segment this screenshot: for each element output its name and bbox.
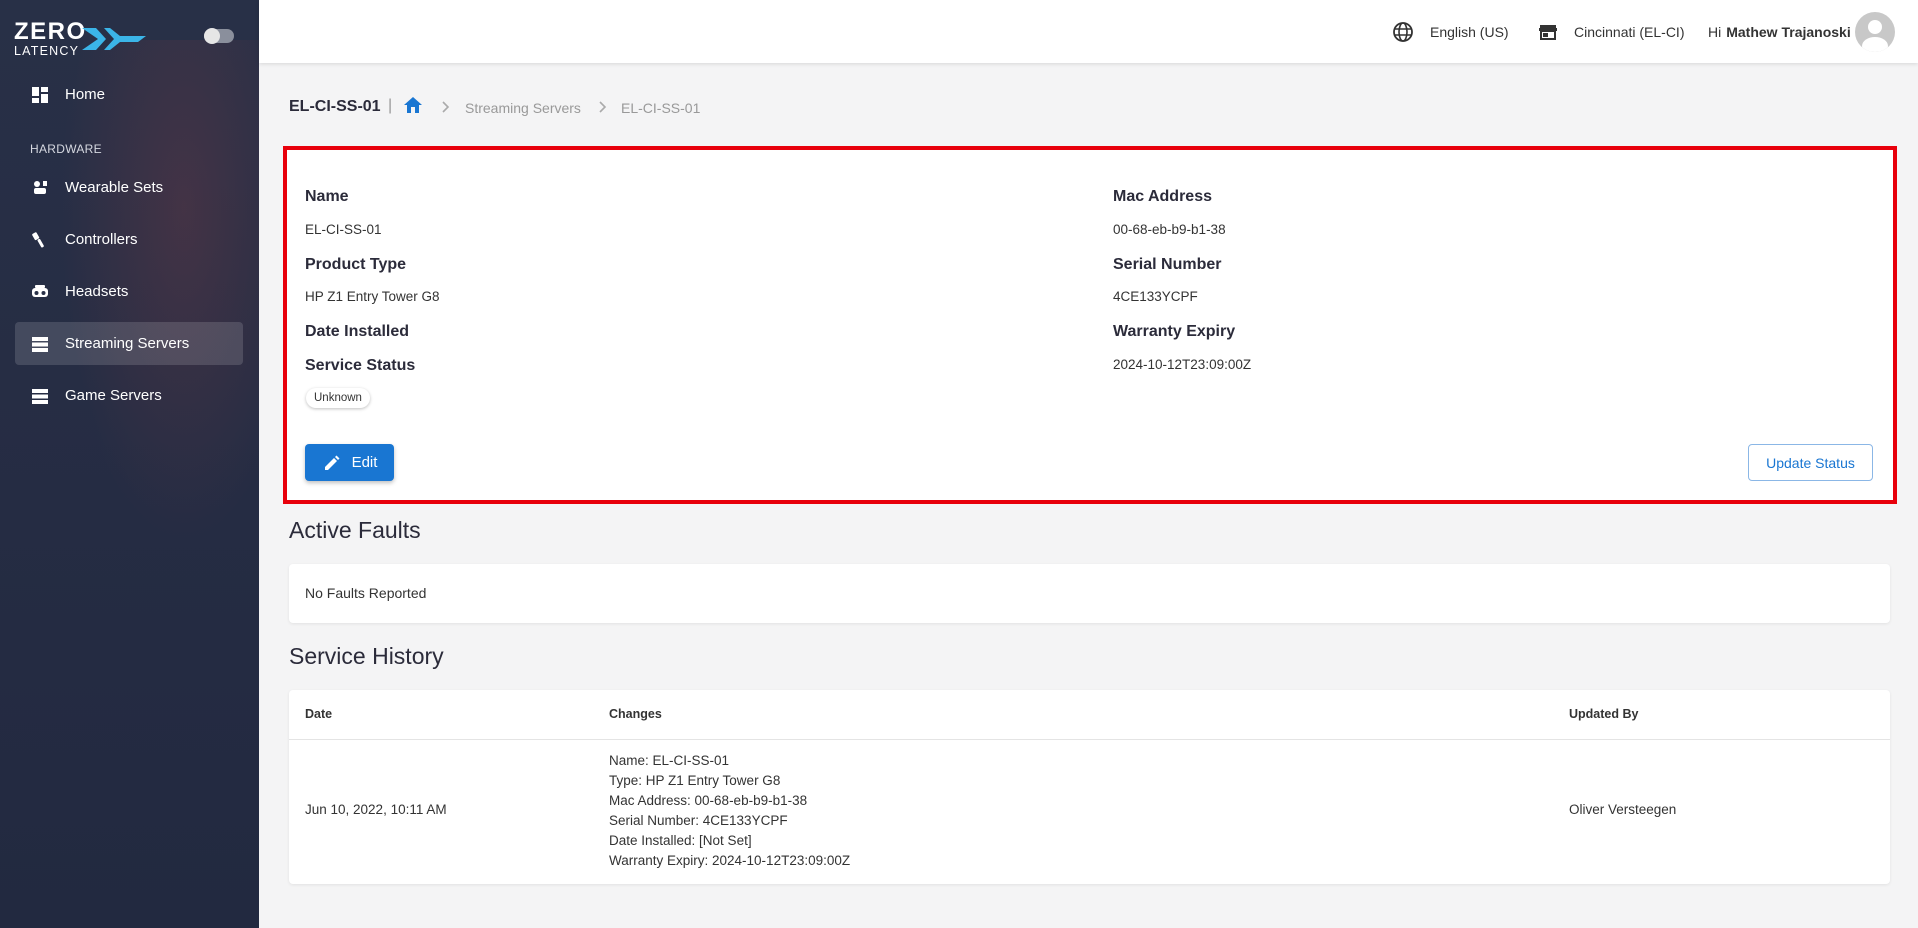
service-status-label: Service Status [305, 357, 416, 374]
pencil-icon [324, 455, 340, 470]
sidebar-item-label: Controllers [65, 231, 138, 248]
change-line: Date Installed: [Not Set] [609, 833, 752, 848]
active-faults-card: No Faults Reported [289, 564, 1890, 623]
change-line: Mac Address: 00-68-eb-b9-b1-38 [609, 793, 808, 808]
change-line: Name: EL-CI-SS-01 [609, 753, 730, 768]
change-line: Type: HP Z1 Entry Tower G8 [609, 773, 781, 788]
active-faults-heading: Active Faults [289, 517, 421, 543]
sidebar-item-home[interactable]: Home [15, 73, 243, 116]
sidebar-item-label: Streaming Servers [65, 335, 190, 352]
date-installed-label: Date Installed [305, 323, 410, 340]
sidebar-item-headsets[interactable]: Headsets [15, 270, 243, 313]
product-type-label: Product Type [305, 256, 407, 273]
name-label: Name [305, 188, 349, 205]
avatar[interactable] [1855, 12, 1895, 52]
sidebar-item-wearable-sets[interactable]: Wearable Sets [15, 166, 243, 209]
column-header-date[interactable]: Date [305, 707, 332, 721]
update-status-button[interactable]: Update Status [1748, 444, 1873, 481]
sidebar-item-label: Home [65, 86, 106, 103]
sidebar-item-streaming-servers[interactable]: Streaming Servers [15, 322, 243, 365]
name-value: EL-CI-SS-01 [305, 222, 382, 237]
mac-address-label: Mac Address [1113, 188, 1212, 205]
breadcrumb-streaming-servers[interactable]: Streaming Servers [465, 100, 581, 116]
location-selector[interactable]: Cincinnati (EL-CI) [1538, 0, 1684, 63]
language-label: English (US) [1430, 23, 1509, 40]
server-icon [32, 388, 48, 404]
globe-icon [1393, 21, 1413, 42]
breadcrumb-current: EL-CI-SS-01 [621, 100, 701, 116]
sidebar: ZERO LATENCY Home HARDWARE Wearable Sets… [0, 0, 259, 928]
dashboard-icon [32, 86, 48, 103]
sidebar-item-label: Headsets [65, 283, 129, 300]
column-header-changes[interactable]: Changes [609, 707, 662, 721]
server-icon [32, 336, 48, 352]
headset-icon [32, 284, 48, 297]
change-line: Warranty Expiry: 2024-10-12T23:09:00Z [609, 853, 851, 868]
user-name: Mathew Trajanoski [1726, 23, 1851, 40]
greeting-text: Hi [1708, 23, 1722, 40]
warranty-expiry-label: Warranty Expiry [1113, 323, 1236, 340]
brand-plane-icon [82, 28, 146, 50]
language-selector[interactable]: English (US) [1392, 0, 1509, 63]
store-icon [1539, 24, 1557, 40]
sidebar-item-controllers[interactable]: Controllers [15, 218, 243, 261]
sidebar-section-hardware: HARDWARE [30, 142, 102, 156]
user-icon [1862, 20, 1888, 52]
service-history-table: Date Changes Updated By Jun 10, 2022, 10… [289, 690, 1890, 884]
location-label: Cincinnati (EL-CI) [1574, 23, 1685, 40]
product-type-value: HP Z1 Entry Tower G8 [305, 289, 440, 304]
breadcrumb-separator: | [388, 97, 393, 114]
row-updated-by: Oliver Versteegen [1569, 802, 1677, 817]
warranty-expiry-value: 2024-10-12T23:09:00Z [1113, 357, 1252, 372]
service-history-heading: Service History [289, 643, 444, 669]
serial-number-value: 4CE133YCPF [1113, 289, 1198, 304]
server-detail-card [286, 149, 1894, 501]
status-badge: Unknown [306, 388, 370, 408]
row-date: Jun 10, 2022, 10:11 AM [305, 802, 447, 817]
change-line: Serial Number: 4CE133YCPF [609, 813, 788, 828]
top-bar: English (US) Cincinnati (EL-CI) Hi Mathe… [259, 0, 1918, 63]
controller-icon [32, 231, 44, 247]
serial-number-label: Serial Number [1113, 256, 1222, 273]
user-greeting: Hi Mathew Trajanoski [1708, 0, 1851, 63]
edit-button[interactable]: Edit [305, 444, 394, 481]
sidebar-item-label: Wearable Sets [65, 179, 164, 196]
page-title: EL-CI-SS-01 [289, 98, 381, 115]
chevron-right-icon [599, 101, 607, 113]
brand-line2: LATENCY [14, 44, 80, 58]
chevron-right-icon [442, 101, 450, 113]
toggle-knob [204, 28, 220, 44]
edit-button-label: Edit [351, 454, 378, 471]
mac-address-value: 00-68-eb-b9-b1-38 [1113, 222, 1226, 237]
table-header-divider [289, 739, 1890, 740]
brand-line1: ZERO [14, 18, 87, 45]
column-header-updated-by[interactable]: Updated By [1569, 707, 1638, 721]
brand-logo[interactable]: ZERO LATENCY [14, 18, 146, 58]
wearable-sets-icon [34, 180, 47, 194]
home-icon[interactable] [403, 96, 423, 114]
sidebar-item-label: Game Servers [65, 387, 162, 404]
sidebar-item-game-servers[interactable]: Game Servers [15, 374, 243, 417]
no-faults-text: No Faults Reported [305, 585, 427, 601]
theme-toggle[interactable] [204, 28, 234, 44]
row-changes: Name: EL-CI-SS-01 Type: HP Z1 Entry Towe… [609, 751, 850, 871]
